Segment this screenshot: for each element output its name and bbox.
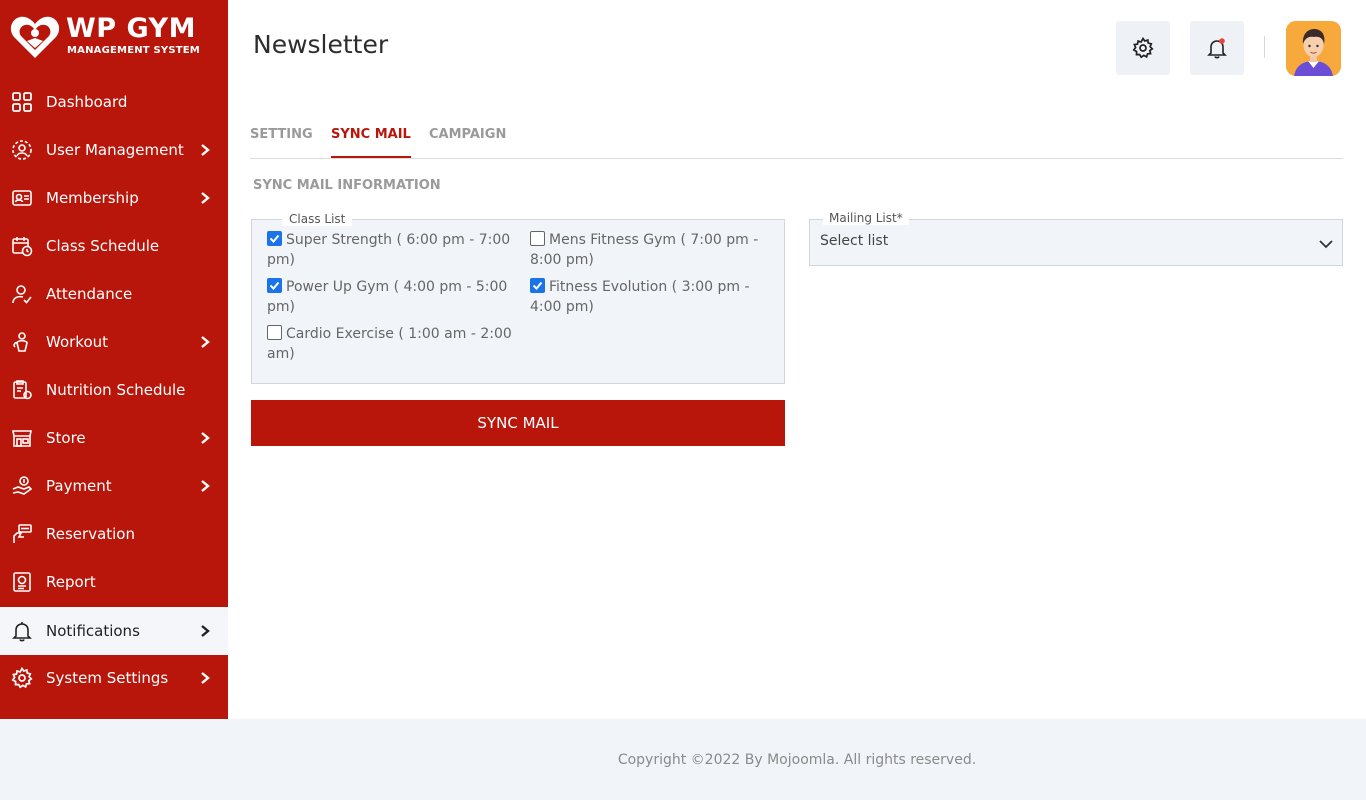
class-option[interactable]: Fitness Evolution ( 3:00 pm - 4:00 pm) — [530, 277, 775, 317]
notifications-button[interactable] — [1190, 21, 1244, 75]
class-option[interactable]: Mens Fitness Gym ( 7:00 pm - 8:00 pm) — [530, 230, 775, 270]
sidebar-item-label: Attendance — [46, 285, 133, 303]
mailing-list-value: Select list — [820, 233, 889, 249]
footer: Copyright ©2022 By Mojoomla. All rights … — [228, 719, 1366, 800]
brand-title: WP GYM — [66, 13, 196, 44]
avatar-icon — [1286, 21, 1341, 76]
checkbox-unchecked[interactable] — [267, 325, 282, 340]
tab-campaign[interactable]: CAMPAIGN — [429, 127, 506, 158]
bell-icon — [1207, 38, 1227, 59]
reservation-icon — [13, 524, 32, 543]
user-management-icon — [12, 140, 32, 160]
header-divider — [1264, 36, 1265, 58]
sidebar-item-attendance[interactable]: Attendance — [0, 270, 228, 318]
nutrition-icon — [13, 380, 32, 400]
brand-subtitle: MANAGEMENT SYSTEM — [67, 45, 200, 56]
sidebar-item-label: Membership — [46, 189, 139, 207]
settings-button[interactable] — [1116, 21, 1170, 75]
sidebar-item-membership[interactable]: Membership — [0, 174, 228, 222]
heart-logo-icon — [10, 16, 60, 58]
chevron-right-icon — [201, 480, 210, 492]
store-icon — [12, 430, 32, 447]
gear-icon — [1132, 37, 1154, 59]
sidebar-item-report[interactable]: Report — [0, 558, 228, 606]
gear-icon — [11, 667, 33, 689]
checkbox-checked[interactable] — [267, 278, 282, 293]
class-option-label: Fitness Evolution ( 3:00 pm - 4:00 pm) — [530, 279, 750, 315]
class-option[interactable]: Super Strength ( 6:00 pm - 7:00 pm) — [267, 230, 512, 270]
sidebar-item-dashboard[interactable]: Dashboard — [0, 78, 228, 126]
sidebar-item-label: Class Schedule — [46, 237, 160, 255]
main-content: Newsletter SETTING SYNC MAIL CAMPAIGN SY… — [228, 0, 1366, 719]
sidebar-item-workout[interactable]: Workout — [0, 318, 228, 366]
mailing-list-select[interactable]: Mailing List* Select list — [809, 211, 1343, 266]
bell-icon — [12, 622, 32, 642]
section-title: SYNC MAIL INFORMATION — [253, 178, 441, 193]
chevron-down-icon — [1319, 240, 1333, 249]
class-option-label: Super Strength ( 6:00 pm - 7:00 pm) — [267, 232, 511, 268]
class-list-fieldset: Class List Super Strength ( 6:00 pm - 7:… — [251, 212, 785, 384]
chevron-right-icon — [201, 144, 210, 156]
sidebar-item-system-settings[interactable]: System Settings — [0, 654, 228, 702]
class-option[interactable]: Cardio Exercise ( 1:00 am - 2:00 am) — [267, 324, 512, 364]
chevron-right-icon — [201, 625, 210, 637]
membership-card-icon — [12, 190, 32, 206]
sidebar-item-label: Nutrition Schedule — [46, 381, 186, 399]
sidebar-item-user-management[interactable]: User Management — [0, 126, 228, 174]
sidebar-item-reservation[interactable]: Reservation — [0, 510, 228, 558]
sidebar: WP GYM MANAGEMENT SYSTEM Dashboard User … — [0, 0, 228, 719]
calendar-icon — [12, 237, 33, 257]
copyright-text: Copyright ©2022 By Mojoomla. All rights … — [617, 752, 977, 768]
user-avatar[interactable] — [1286, 21, 1341, 76]
checkbox-checked[interactable] — [267, 231, 282, 246]
attendance-icon — [12, 285, 32, 304]
class-option-label: Cardio Exercise ( 1:00 am - 2:00 am) — [267, 326, 512, 362]
dashboard-icon — [12, 92, 32, 112]
sidebar-item-label: Reservation — [46, 525, 135, 543]
checkbox-checked[interactable] — [530, 278, 545, 293]
tab-setting[interactable]: SETTING — [250, 127, 313, 158]
class-list-legend: Class List — [282, 212, 353, 226]
tab-sync-mail[interactable]: SYNC MAIL — [331, 127, 411, 158]
sidebar-item-class-schedule[interactable]: Class Schedule — [0, 222, 228, 270]
sidebar-item-payment[interactable]: Payment — [0, 462, 228, 510]
class-option[interactable]: Power Up Gym ( 4:00 pm - 5:00 pm) — [267, 277, 512, 317]
sidebar-item-label: User Management — [46, 141, 184, 159]
chevron-right-icon — [201, 336, 210, 348]
sidebar-item-label: Report — [46, 573, 96, 591]
sidebar-item-notifications[interactable]: Notifications — [0, 607, 228, 655]
workout-icon — [13, 332, 28, 352]
sidebar-item-label: Workout — [46, 333, 109, 351]
sync-mail-button[interactable]: SYNC MAIL — [251, 400, 785, 446]
sidebar-item-label: Payment — [46, 477, 112, 495]
brand-logo[interactable]: WP GYM MANAGEMENT SYSTEM — [10, 12, 220, 62]
chevron-right-icon — [201, 672, 210, 684]
checkbox-unchecked[interactable] — [530, 231, 545, 246]
sidebar-item-label: Notifications — [46, 622, 140, 640]
sidebar-item-label: Store — [46, 429, 86, 447]
chevron-right-icon — [201, 432, 210, 444]
tab-bar: SETTING SYNC MAIL CAMPAIGN — [250, 116, 1343, 159]
report-icon — [13, 572, 31, 592]
sidebar-item-label: Dashboard — [46, 93, 128, 111]
sidebar-item-nutrition-schedule[interactable]: Nutrition Schedule — [0, 366, 228, 414]
sidebar-item-store[interactable]: Store — [0, 414, 228, 462]
payment-icon — [12, 476, 33, 495]
class-option-label: Mens Fitness Gym ( 7:00 pm - 8:00 pm) — [530, 232, 759, 268]
class-option-label: Power Up Gym ( 4:00 pm - 5:00 pm) — [267, 279, 508, 315]
mailing-list-legend: Mailing List* — [823, 211, 909, 225]
page-title: Newsletter — [253, 30, 389, 59]
chevron-right-icon — [201, 192, 210, 204]
sidebar-item-label: System Settings — [46, 669, 169, 687]
